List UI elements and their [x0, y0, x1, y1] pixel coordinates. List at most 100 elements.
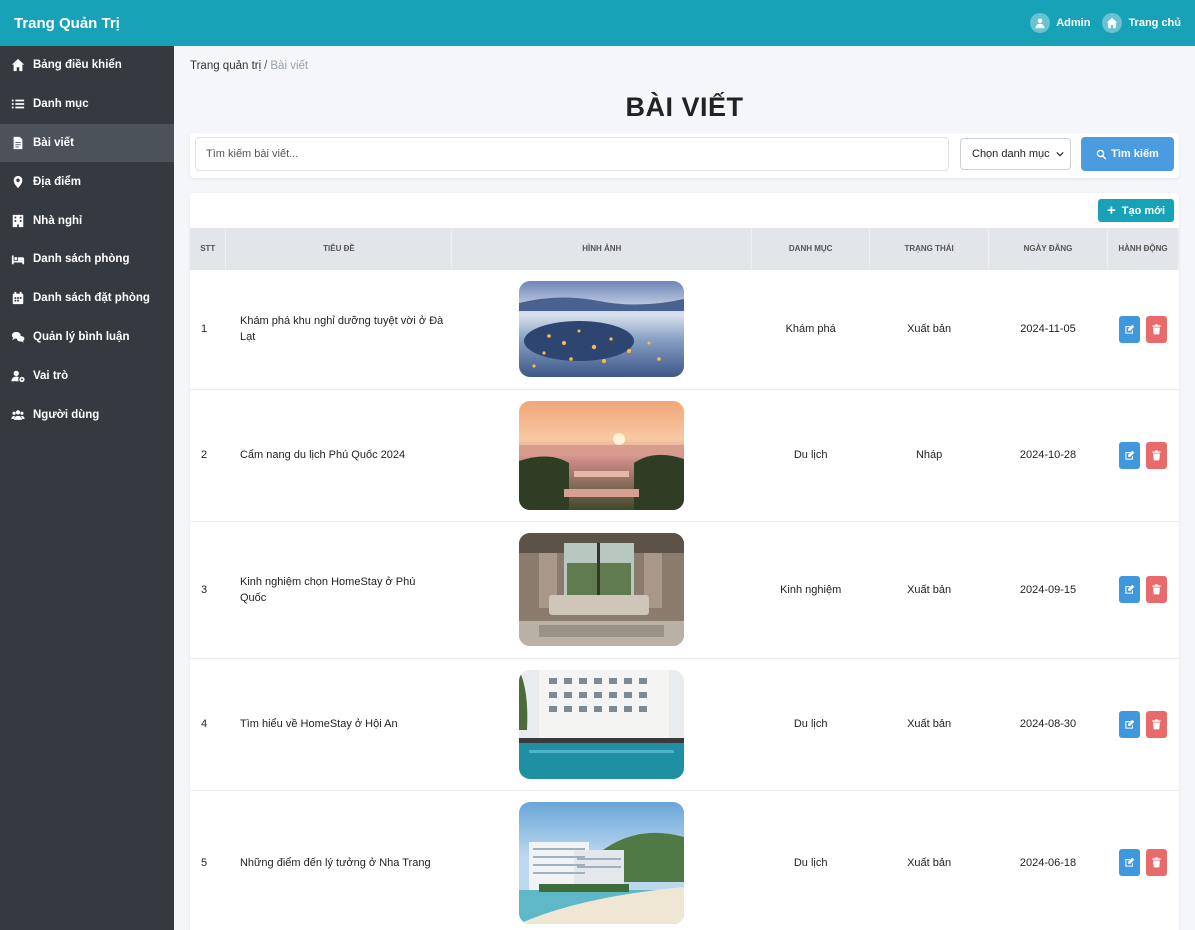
row-actions [1107, 658, 1179, 791]
create-button-label: Tạo mới [1121, 204, 1166, 217]
row-image-cell [451, 658, 752, 791]
building-icon [12, 214, 24, 227]
row-stt: 4 [190, 658, 226, 791]
sidebar-item-categories[interactable]: Danh mục [0, 85, 174, 124]
sidebar-item-dashboard[interactable]: Bảng điều khiển [0, 46, 174, 85]
map-pin-icon [13, 175, 23, 188]
trash-icon [1152, 324, 1161, 335]
row-category: Du lịch [751, 658, 870, 791]
row-image-cell [451, 790, 752, 930]
main-content: Trang quản trị/Bài viết BÀI VIẾT Chọn da… [174, 46, 1195, 930]
column-header-actions: HÀNH ĐỘNG [1107, 228, 1179, 270]
row-date: 2024-06-18 [988, 790, 1108, 930]
edit-icon [1125, 719, 1135, 729]
row-title: Kinh nghiệm chọn HomeStay ở Phú Quốc [225, 521, 452, 659]
table-row: 4 Tìm hiểu về HomeStay ở Hội An Du lịch … [190, 658, 1179, 791]
sidebar-item-rooms[interactable]: Danh sách phòng [0, 240, 174, 279]
sidebar-item-label: Bài viết [33, 136, 74, 149]
edit-icon [1125, 857, 1135, 867]
trash-icon [1152, 449, 1161, 460]
document-icon [13, 136, 23, 150]
edit-button[interactable] [1118, 576, 1140, 603]
row-image-cell [451, 389, 752, 522]
post-thumbnail-image [519, 281, 685, 378]
edit-button[interactable] [1118, 441, 1140, 469]
sidebar-item-label: Danh sách phòng [33, 253, 130, 266]
row-category: Khám phá [751, 270, 870, 390]
column-header-title: TIÊU ĐỀ [225, 228, 453, 270]
search-panel: Chọn danh mục Tìm kiếm [190, 133, 1179, 178]
table-row: 1 Khám phá khu nghỉ dưỡng tuyệt vời ở Đà… [190, 270, 1179, 390]
post-thumbnail-image [519, 669, 685, 779]
calendar-icon [12, 292, 24, 305]
home-icon [11, 59, 25, 72]
comments-icon [11, 331, 25, 343]
sidebar-item-bookings[interactable]: Danh sách đặt phòng [0, 279, 174, 318]
column-header-date: NGÀY ĐĂNG [988, 228, 1108, 270]
sidebar-item-label: Địa điểm [33, 175, 81, 188]
row-date: 2024-11-05 [988, 270, 1108, 390]
sidebar-item-users[interactable]: Người dùng [0, 395, 174, 434]
admin-link[interactable]: Admin [1030, 13, 1090, 33]
delete-button[interactable] [1145, 576, 1167, 603]
delete-button[interactable] [1145, 710, 1167, 738]
users-icon [11, 409, 25, 420]
breadcrumb-home[interactable]: Trang quản trị [190, 60, 261, 72]
top-right-links: Admin Trang chủ [1030, 13, 1181, 33]
sidebar: Bảng điều khiển Danh mục Bài viết Địa đi… [0, 46, 174, 930]
row-category: Du lịch [751, 790, 870, 930]
sidebar-item-locations[interactable]: Địa điểm [0, 162, 174, 201]
sidebar-item-posts[interactable]: Bài viết [0, 123, 174, 163]
column-header-status: TRẠNG THÁI [869, 228, 990, 270]
sidebar-item-label: Danh mục [33, 98, 89, 111]
breadcrumb-current: Bài viết [270, 60, 309, 72]
home-label: Trang chủ [1128, 17, 1181, 29]
bed-icon [11, 255, 25, 265]
column-header-image: HÌNH ẢNH [451, 228, 753, 270]
delete-button[interactable] [1145, 441, 1167, 469]
sidebar-item-label: Nhà nghỉ [33, 214, 83, 227]
search-button[interactable]: Tìm kiếm [1081, 137, 1174, 171]
column-header-category: DANH MỤC [751, 228, 871, 270]
breadcrumb: Trang quản trị / Bài viết [190, 60, 308, 72]
row-status: Xuất bản [869, 658, 989, 791]
category-select[interactable]: Chọn danh mục [960, 138, 1071, 170]
row-image-cell [451, 270, 752, 390]
row-stt: 5 [190, 790, 226, 930]
sidebar-item-label: Danh sách đặt phòng [33, 292, 150, 305]
row-date: 2024-09-15 [988, 521, 1108, 659]
trash-icon [1152, 584, 1161, 595]
edit-icon [1125, 324, 1135, 334]
list-icon [11, 99, 25, 109]
sidebar-item-roles[interactable]: Vai trò [0, 356, 174, 395]
post-thumbnail-image [519, 400, 685, 510]
search-icon [1096, 149, 1107, 159]
home-link[interactable]: Trang chủ [1102, 13, 1181, 33]
sidebar-item-guesthouses[interactable]: Nhà nghỉ [0, 201, 174, 240]
edit-button[interactable] [1118, 710, 1140, 738]
brand-title[interactable]: Trang Quản Trị [14, 15, 120, 32]
posts-table: STT TIÊU ĐỀ HÌNH ẢNH DANH MỤC TRẠNG THÁI… [190, 228, 1179, 930]
page-title: BÀI VIẾT [625, 92, 744, 122]
row-category: Kinh nghiệm [751, 521, 870, 659]
row-title: Cẩm nang du lịch Phú Quốc 2024 [225, 389, 452, 522]
search-input[interactable] [195, 137, 949, 171]
sidebar-item-comments[interactable]: Quản lý bình luận [0, 318, 174, 357]
create-post-button[interactable]: + Tạo mới [1098, 199, 1174, 222]
row-category: Du lịch [751, 389, 870, 522]
row-date: 2024-08-30 [988, 658, 1108, 791]
category-select-value: Chọn danh mục [972, 148, 1050, 160]
row-actions [1107, 389, 1179, 522]
table-row: 5 Những điểm đến lý tưởng ở Nha Trang Du… [190, 790, 1179, 930]
sidebar-item-label: Vai trò [33, 369, 69, 382]
delete-button[interactable] [1145, 849, 1167, 876]
delete-button[interactable] [1145, 315, 1167, 343]
edit-button[interactable] [1118, 315, 1140, 343]
edit-button[interactable] [1118, 849, 1140, 876]
trash-icon [1152, 857, 1161, 868]
chevron-down-icon [1056, 151, 1064, 157]
top-navbar: Trang Quản Trị Admin Trang chủ [0, 0, 1195, 46]
breadcrumb-separator: / [264, 60, 268, 72]
row-status: Xuất bản [869, 521, 989, 659]
row-title: Khám phá khu nghỉ dưỡng tuyệt vời ở Đà L… [225, 270, 452, 390]
